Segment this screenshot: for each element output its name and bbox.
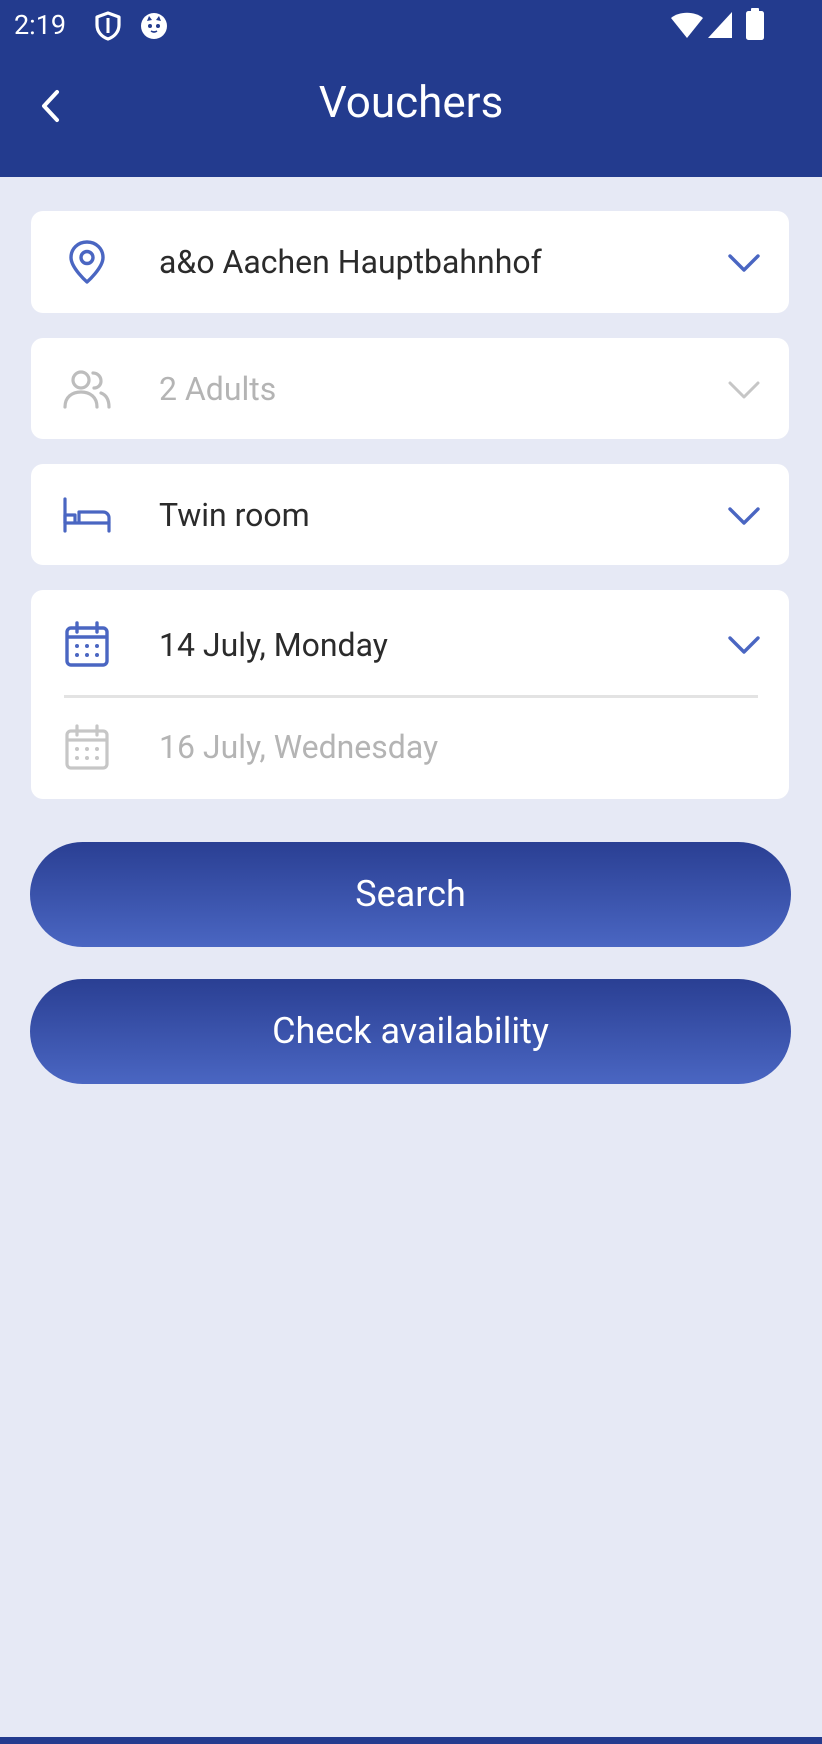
chevron-down-icon xyxy=(727,246,761,280)
cellular-icon xyxy=(708,12,732,38)
page-title: Vouchers xyxy=(318,76,504,128)
calendar-icon xyxy=(61,618,113,670)
cat-face-icon xyxy=(141,13,167,39)
status-bar: 2:19 xyxy=(0,0,822,52)
bottom-bar xyxy=(0,1737,822,1744)
hostel-row: a&o Aachen Hauptbahnhof xyxy=(31,211,789,313)
room-value: Twin room xyxy=(159,496,310,534)
back-button[interactable] xyxy=(22,78,78,134)
dates-card: 14 July, Monday 16 July, Wednesday xyxy=(31,590,789,799)
check-in-value: 14 July, Monday xyxy=(159,626,388,664)
calendar-icon xyxy=(61,721,113,773)
bed-icon xyxy=(61,489,113,541)
chevron-down-icon xyxy=(727,499,761,533)
chevron-down-icon xyxy=(727,628,761,662)
wifi-icon xyxy=(671,12,703,38)
chevron-down-icon xyxy=(727,373,761,407)
room-select[interactable]: Twin room xyxy=(31,464,789,565)
check-in-select[interactable]: 14 July, Monday xyxy=(31,590,789,696)
guests-select[interactable]: 2 Adults xyxy=(31,338,789,439)
check-availability-button[interactable]: Check availability xyxy=(30,979,791,1084)
hostel-value: a&o Aachen Hauptbahnhof xyxy=(159,243,542,281)
guests-row: 2 Adults xyxy=(31,338,789,440)
app-header: 2:19 Vouchers xyxy=(0,0,822,177)
shield-icon xyxy=(95,11,121,41)
check-out-select[interactable]: 16 July, Wednesday xyxy=(31,698,789,799)
status-time: 2:19 xyxy=(14,9,67,41)
check-out-value: 16 July, Wednesday xyxy=(159,728,439,766)
location-pin-icon xyxy=(61,236,113,288)
hostel-select[interactable]: a&o Aachen Hauptbahnhof xyxy=(31,211,789,313)
chevron-left-icon xyxy=(42,90,59,122)
search-button[interactable]: Search xyxy=(30,842,791,947)
people-icon xyxy=(61,363,113,415)
guests-value: 2 Adults xyxy=(159,370,277,408)
toolbar: Vouchers xyxy=(0,52,822,177)
room-row: Twin room xyxy=(31,464,789,566)
battery-icon xyxy=(746,8,764,40)
